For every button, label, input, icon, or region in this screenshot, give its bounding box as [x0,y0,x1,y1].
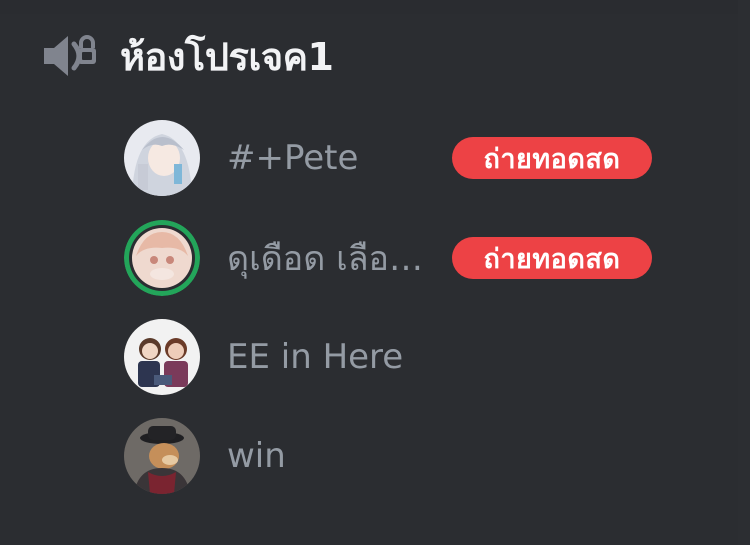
avatar-speaking [124,220,200,296]
speaker-lock-icon [40,30,100,82]
panel-top-edge [0,0,750,14]
voice-member[interactable]: ดุเดือด เลือด... ถ่ายทอดสด [124,218,704,298]
avatar [124,120,200,196]
panel-right-edge [738,0,750,545]
voice-member[interactable]: EE in Here [124,317,704,397]
voice-member[interactable]: #+Pete ถ่ายทอดสด [124,118,704,198]
voice-channel-panel: ห้องโปรเจค1 #+Pete ถ่ายทอดสด ดุเดือด เลื… [0,0,750,545]
channel-name: ห้องโปรเจค1 [120,34,334,79]
live-badge: ถ่ายทอดสด [452,237,652,279]
avatar [124,418,200,494]
member-name: ดุเดือด เลือด... [227,239,437,279]
voice-member[interactable]: win [124,416,704,496]
member-name: EE in Here [227,337,404,377]
member-name: win [227,436,286,476]
voice-channel-row[interactable]: ห้องโปรเจค1 [40,24,334,88]
avatar [124,319,200,395]
member-name: #+Pete [227,138,359,178]
live-badge: ถ่ายทอดสด [452,137,652,179]
